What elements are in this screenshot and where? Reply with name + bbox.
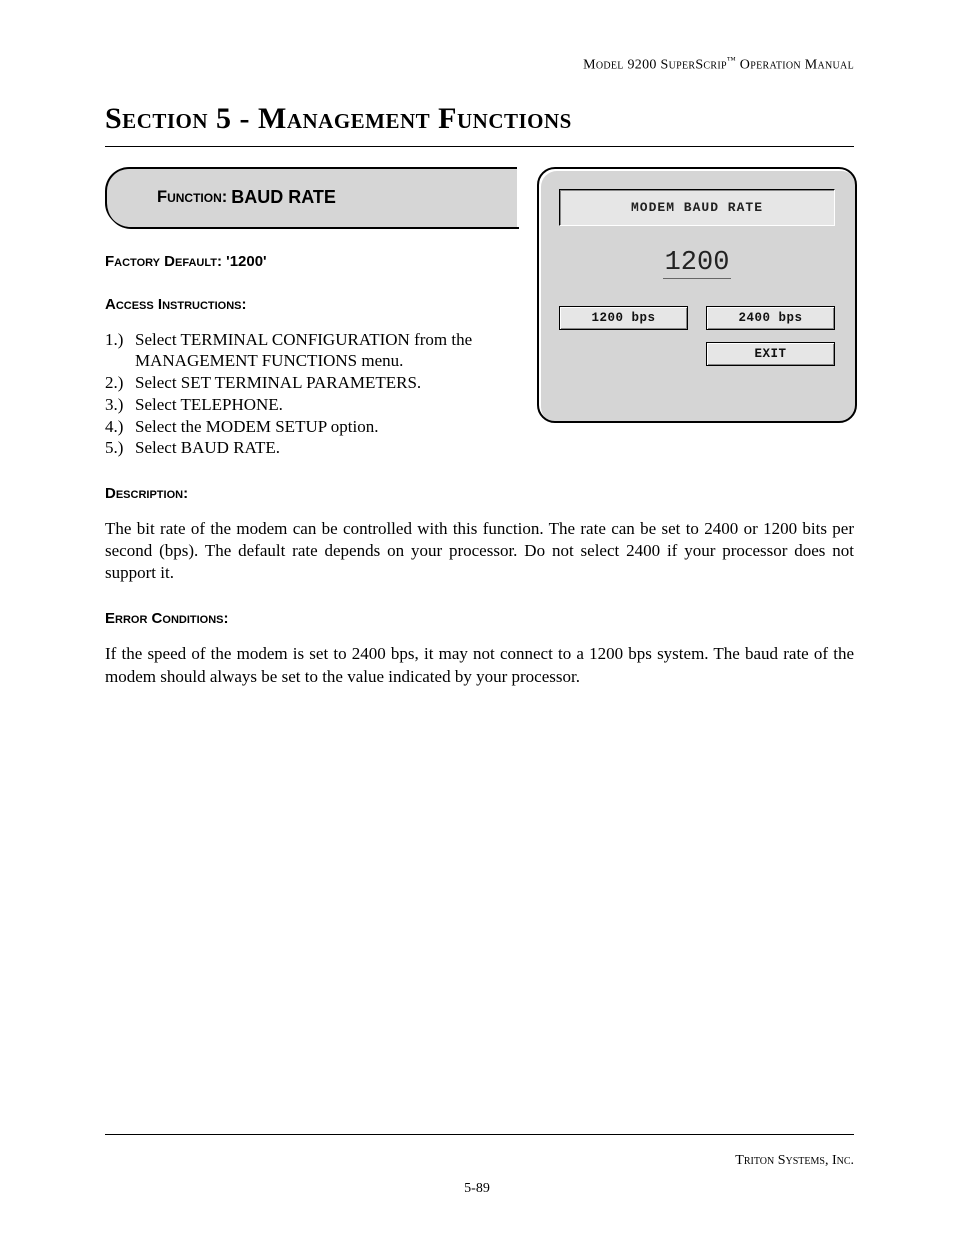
instruction-text: Select SET TERMINAL PARAMETERS. bbox=[135, 372, 517, 394]
instruction-text: Select TERMINAL CONFIGURATION from the M… bbox=[135, 329, 517, 373]
screen-title-bar: MODEM BAUD RATE bbox=[559, 189, 835, 226]
screen-button-row-1: 1200 bps 2400 bps bbox=[559, 306, 835, 330]
access-instructions-heading: Access Instructions: bbox=[105, 296, 517, 313]
error-conditions-heading: Error Conditions: bbox=[105, 610, 854, 627]
footer-company: Triton Systems, Inc. bbox=[735, 1153, 854, 1169]
description-text: The bit rate of the modem can be control… bbox=[105, 518, 854, 584]
instruction-number: 2.) bbox=[105, 372, 135, 394]
instruction-item: 2.) Select SET TERMINAL PARAMETERS. bbox=[105, 372, 517, 394]
screen-current-value: 1200 bbox=[559, 248, 835, 278]
header-model: Model 9200 SuperScrip bbox=[583, 58, 727, 73]
instruction-item: 1.) Select TERMINAL CONFIGURATION from t… bbox=[105, 329, 517, 373]
title-rule bbox=[105, 146, 854, 147]
access-instructions-list: 1.) Select TERMINAL CONFIGURATION from t… bbox=[105, 329, 517, 416]
instruction-item: 3.) Select TELEPHONE. bbox=[105, 394, 517, 416]
function-title-box: Function: BAUD RATE bbox=[105, 167, 517, 227]
factory-default-label: Factory Default: bbox=[105, 253, 226, 270]
factory-default-line: Factory Default: '1200' bbox=[105, 253, 517, 270]
header-suffix: Operation Manual bbox=[736, 58, 854, 73]
page-number: 5-89 bbox=[0, 1181, 954, 1197]
exit-button[interactable]: EXIT bbox=[706, 342, 835, 366]
footer-rule bbox=[105, 1134, 854, 1135]
error-conditions-text: If the speed of the modem is set to 2400… bbox=[105, 643, 854, 687]
running-header: Model 9200 SuperScrip™ Operation Manual bbox=[105, 55, 854, 74]
function-name: BAUD RATE bbox=[231, 187, 336, 208]
instruction-number: 5.) bbox=[105, 437, 135, 459]
instruction-number: 3.) bbox=[105, 394, 135, 416]
function-label: Function: bbox=[157, 188, 227, 207]
screen-button-row-2: EXIT bbox=[559, 342, 835, 366]
instruction-number: 1.) bbox=[105, 329, 135, 373]
instruction-item: 5.) Select BAUD RATE. bbox=[105, 437, 854, 459]
factory-default-value: '1200' bbox=[226, 253, 267, 270]
baud-1200-button[interactable]: 1200 bps bbox=[559, 306, 688, 330]
instruction-text: Select TELEPHONE. bbox=[135, 394, 517, 416]
trademark-symbol: ™ bbox=[727, 55, 736, 65]
section-title: Section 5 - Management Functions bbox=[105, 102, 854, 136]
description-heading: Description: bbox=[105, 485, 854, 502]
baud-2400-button[interactable]: 2400 bps bbox=[706, 306, 835, 330]
instruction-number: 4.) bbox=[105, 416, 135, 438]
modem-baud-rate-screen: MODEM BAUD RATE 1200 1200 bps 2400 bps E… bbox=[537, 167, 857, 423]
instruction-text: Select BAUD RATE. bbox=[135, 437, 854, 459]
